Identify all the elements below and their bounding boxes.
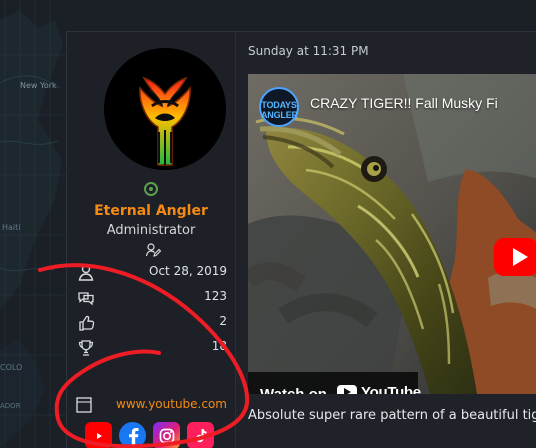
youtube-social-button[interactable] <box>85 422 112 448</box>
website-row: www.youtube.com <box>75 394 227 416</box>
trophy-points: 18 <box>211 339 227 353</box>
social-links <box>85 422 225 448</box>
avatar-logo-icon <box>104 48 226 170</box>
youtube-play-icon[interactable] <box>494 238 536 276</box>
username-link[interactable]: Eternal Angler <box>67 203 235 219</box>
facebook-icon <box>128 427 138 445</box>
post-body-text: Absolute super rare pattern of a beautif… <box>248 408 536 423</box>
user-edit-icon <box>145 243 161 257</box>
watch-on-youtube-button[interactable]: Watch on YouTube <box>248 372 421 394</box>
forum-post-card: Eternal Angler Administrator Oct 28, 201… <box>66 31 536 448</box>
website-link[interactable]: www.youtube.com <box>116 397 227 411</box>
youtube-wordmark: YouTube <box>361 384 421 394</box>
youtube-icon <box>88 428 109 443</box>
user-sidebar: Eternal Angler Administrator Oct 28, 201… <box>67 32 235 448</box>
facebook-social-button[interactable] <box>119 422 146 448</box>
post-content: Sunday at 11:31 PM TODAYS ANGLER CRAZY T… <box>235 32 536 448</box>
user-avatar[interactable] <box>104 48 226 170</box>
stat-reaction-row: 2 <box>77 310 227 335</box>
website-icon <box>76 397 92 413</box>
stat-joined-row: Oct 28, 2019 <box>77 260 227 285</box>
instagram-icon <box>159 428 174 443</box>
youtube-embed[interactable]: TODAYS ANGLER CRAZY TIGER!! Fall Musky F… <box>248 74 536 394</box>
stat-trophy-row: 18 <box>77 335 227 360</box>
youtube-mini-icon <box>337 385 357 394</box>
instagram-social-button[interactable] <box>153 422 180 448</box>
stat-messages-row: 123 <box>77 285 227 310</box>
user-role: Administrator <box>106 223 196 238</box>
channel-avatar-badge[interactable]: TODAYS ANGLER <box>259 87 299 127</box>
user-joined-icon <box>78 264 94 281</box>
user-stats: Oct 28, 2019 123 2 18 <box>77 260 227 360</box>
youtube-logo: YouTube <box>337 382 421 394</box>
svg-text:New York: New York <box>20 81 57 90</box>
trophy-icon <box>78 340 94 356</box>
tiktok-social-button[interactable] <box>187 422 214 448</box>
online-status-icon <box>144 182 158 196</box>
post-timestamp[interactable]: Sunday at 11:31 PM <box>248 44 369 58</box>
tiktok-icon <box>195 428 207 442</box>
forum-page: New York Haiti COLO ADOR Eternal Angler … <box>0 0 536 448</box>
svg-text:ADOR: ADOR <box>0 402 21 410</box>
watch-on-label: Watch on <box>260 386 327 394</box>
reaction-score-icon <box>79 315 95 331</box>
messages-count: 123 <box>204 289 227 303</box>
joined-date: Oct 28, 2019 <box>149 264 227 278</box>
svg-text:Haiti: Haiti <box>2 223 21 232</box>
messages-icon <box>78 292 94 306</box>
svg-text:COLO: COLO <box>0 363 22 372</box>
video-title[interactable]: CRAZY TIGER!! Fall Musky Fi <box>310 95 498 111</box>
reaction-score: 2 <box>219 314 227 328</box>
